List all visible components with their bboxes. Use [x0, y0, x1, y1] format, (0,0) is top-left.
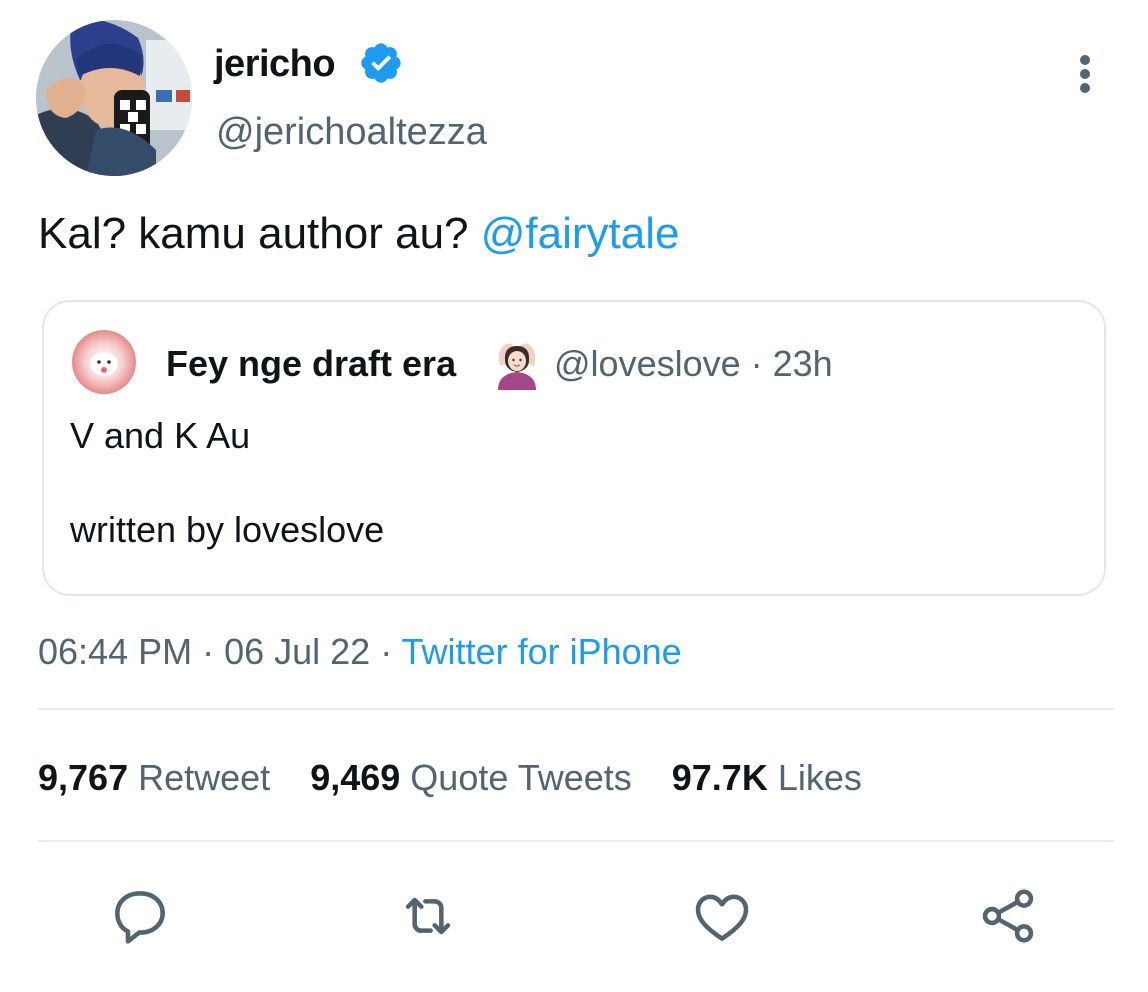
tweet-text: Kal? kamu author au? @fairytale [38, 206, 679, 262]
tweet-time: 06:44 PM [38, 631, 193, 672]
likes-count: 97.7K [671, 757, 768, 798]
share-icon[interactable] [976, 884, 1040, 948]
divider [38, 708, 1114, 710]
tweet-body: Kal? kamu author au? [38, 209, 481, 258]
meta-separator: · [192, 631, 225, 672]
author-display-name[interactable]: jericho [214, 40, 336, 88]
retweets-count: 9,767 [38, 757, 129, 798]
quoted-display-name[interactable]: Fey nge draft era [166, 340, 456, 388]
author-avatar[interactable] [36, 20, 192, 176]
like-icon[interactable] [690, 884, 754, 948]
quoted-handle-time[interactable]: @loveslove · 23h [554, 340, 833, 388]
quoted-author-avatar[interactable] [72, 330, 136, 394]
likes-stat[interactable]: 97.7K Likes [672, 757, 862, 798]
retweets-stat[interactable]: 9,767 Retweet [38, 757, 270, 798]
tweet-source-link[interactable]: Twitter for iPhone [402, 631, 682, 672]
quotes-count: 9,469 [310, 757, 401, 798]
person-gesturing-ok-emoji-icon [492, 340, 542, 390]
tweet-date: 06 Jul 22 [224, 631, 371, 672]
tweet-stats: 9,767 Retweet 9,469 Quote Tweets 97.7K Lik… [38, 754, 862, 802]
reply-icon[interactable] [108, 884, 172, 948]
retweet-icon[interactable] [396, 884, 460, 948]
author-handle[interactable]: @jerichoaltezza [216, 108, 487, 156]
quoted-text-line-2: written by loveslove [70, 509, 385, 550]
more-options-icon[interactable] [1068, 52, 1102, 96]
quotes-stat[interactable]: 9,469 Quote Tweets [310, 757, 632, 798]
mention-link[interactable]: @fairytale [481, 209, 680, 258]
likes-label: Likes [777, 757, 862, 798]
quoted-tweet-card[interactable]: Fey nge draft era @loveslove · 23h V and… [42, 300, 1106, 596]
quoted-text-line-1: V and K Au [70, 415, 251, 456]
verified-badge-icon [358, 40, 404, 86]
retweets-label: Retweet [138, 757, 271, 798]
divider [38, 840, 1114, 842]
tweet-meta: 06:44 PM · 06 Jul 22 · Twitter for iPhon… [38, 628, 682, 676]
quotes-label: Quote Tweets [410, 757, 632, 798]
meta-separator: · [370, 631, 402, 672]
